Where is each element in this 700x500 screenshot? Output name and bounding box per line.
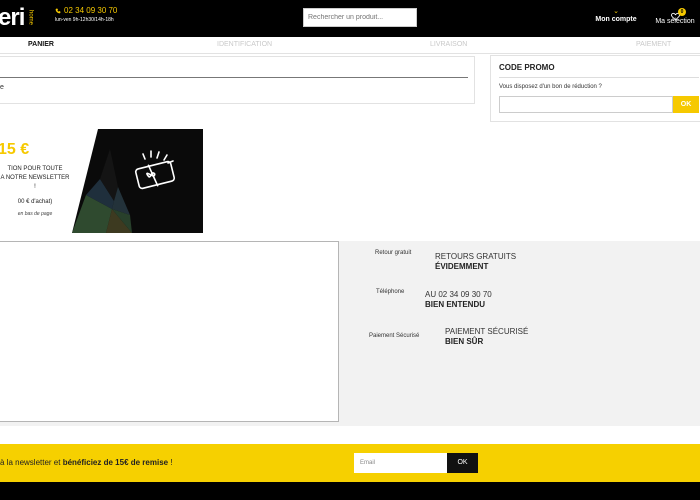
promo-title: CODE PROMO <box>499 63 555 72</box>
divider <box>499 77 699 78</box>
reassurance-payment: PAIEMENT SÉCURISÉ BIEN SÛR <box>445 327 528 347</box>
newsletter-text-bold: bénéficiez de 15€ de remise <box>62 458 169 467</box>
logo-subtext: home <box>27 10 34 26</box>
checkout-page: eri home 02 34 09 30 70 lun-ven 9h-12h30… <box>0 0 700 500</box>
phone-number: 02 34 09 30 70 <box>64 6 118 15</box>
content-panel <box>0 241 339 422</box>
selection-button[interactable]: 0 Ma sélection <box>650 8 700 25</box>
checkout-steps: PANIER IDENTIFICATION LIVRAISON PAIEMENT <box>0 38 700 54</box>
cart-summary: e <box>0 56 475 104</box>
divider <box>0 77 468 78</box>
logo[interactable]: eri home <box>0 4 33 32</box>
promo-code-box: CODE PROMO Vous disposez d'un bon de réd… <box>490 55 700 122</box>
banner-line: A NOTRE NEWSLETTER <box>0 175 70 181</box>
newsletter-text-end: ! <box>168 458 173 467</box>
reassurance-returns: RETOURS GRATUITS ÉVIDEMMENT <box>435 252 516 272</box>
header-contact: 02 34 09 30 70 lun-ven 9h-12h30/14h-18h <box>55 6 117 23</box>
banner-text: TION POUR TOUTE A NOTRE NEWSLETTER ! <box>0 165 70 192</box>
reassurance-phone: AU 02 34 09 30 70 BIEN ENTENDU <box>425 290 492 310</box>
promo-code-input[interactable] <box>499 96 673 113</box>
footer <box>0 482 700 500</box>
reassurance-title: PAIEMENT SÉCURISÉ <box>445 327 529 336</box>
banner-line: ! <box>34 184 36 190</box>
step-identification[interactable]: IDENTIFICATION <box>217 41 272 48</box>
opening-hours: lun-ven 9h-12h30/14h-18h <box>55 17 114 23</box>
banner-line: TION POUR TOUTE <box>7 166 63 172</box>
promo-submit-button[interactable]: OK <box>673 96 699 113</box>
account-button[interactable]: ⌄ Mon compte <box>592 8 640 23</box>
reassurance-label-returns: Retour gratuit <box>375 250 412 256</box>
step-cart[interactable]: PANIER <box>28 41 54 48</box>
newsletter-bar: à la newsletter et bénéficiez de 15€ de … <box>0 444 700 482</box>
search-input[interactable] <box>303 8 417 27</box>
step-payment[interactable]: PAIEMENT <box>636 41 671 48</box>
step-delivery[interactable]: LIVRAISON <box>430 41 467 48</box>
chevron-down-icon: ⌄ <box>613 8 619 15</box>
gift-card-icon <box>134 150 176 190</box>
newsletter-submit-button[interactable]: OK <box>447 453 478 473</box>
reassurance-strong: BIEN ENTENDU <box>425 300 486 309</box>
reassurance-label-payment: Paiement Sécurisé <box>369 333 420 339</box>
newsletter-text-start: à la newsletter et <box>0 458 63 467</box>
site-header: eri home 02 34 09 30 70 lun-ven 9h-12h30… <box>0 0 700 37</box>
reassurance-label-phone: Téléphone <box>376 289 405 295</box>
reassurance-title: RETOURS GRATUITS <box>435 252 517 261</box>
newsletter-text: à la newsletter et bénéficiez de 15€ de … <box>0 458 173 467</box>
selection-count-badge: 0 <box>678 8 686 16</box>
newsletter-email-input[interactable]: Email <box>354 453 447 473</box>
reassurance-strong: ÉVIDEMMENT <box>435 262 489 271</box>
reassurance-title: AU 02 34 09 30 70 <box>425 290 492 299</box>
promo-question: Vous disposez d'un bon de réduction ? <box>499 84 602 90</box>
phone-icon <box>55 8 61 13</box>
logo-text: eri <box>0 4 25 31</box>
banner-note: en bas de page <box>17 211 53 217</box>
banner-amount: 15 € <box>0 141 30 158</box>
cart-text: e <box>0 84 4 91</box>
header-phone[interactable]: 02 34 09 30 70 <box>55 6 117 15</box>
account-label: Mon compte <box>595 16 637 23</box>
banner-condition: 00 € d'achat) <box>17 199 53 205</box>
reassurance-strong: BIEN SÛR <box>445 337 484 346</box>
